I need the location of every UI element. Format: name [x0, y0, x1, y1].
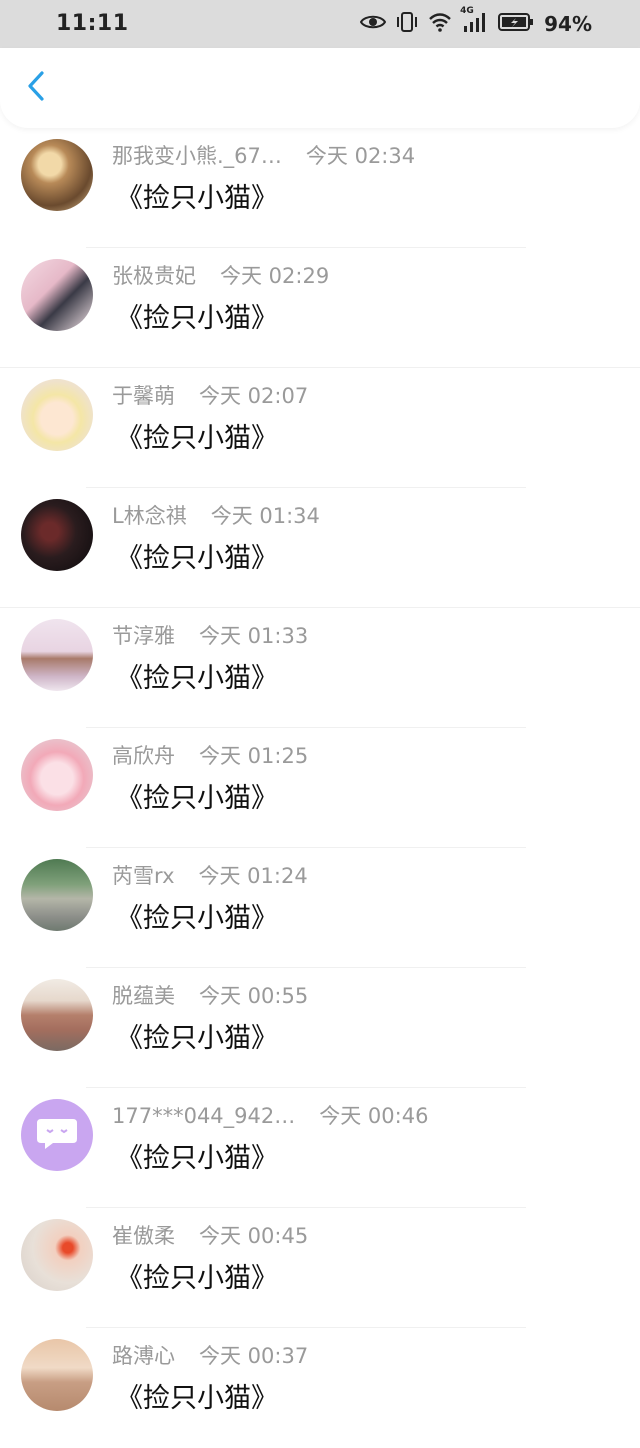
timestamp: 今天 01:33 — [199, 624, 309, 648]
message-text: 《捡只小猫》 — [116, 183, 278, 214]
list-item[interactable]: 脱蕴美 今天 00:55 《捡只小猫》 — [0, 968, 640, 1088]
avatar — [21, 1339, 93, 1411]
avatar — [21, 499, 93, 571]
message-text: 《捡只小猫》 — [116, 1023, 278, 1054]
list-item[interactable]: 177***044_942… 今天 00:46 《捡只小猫》 — [0, 1088, 640, 1208]
signal-icon: 4G — [460, 6, 488, 37]
avatar — [21, 619, 93, 691]
list-item[interactable]: 芮雪rx 今天 01:24 《捡只小猫》 — [0, 848, 640, 968]
timestamp: 今天 00:46 — [319, 1104, 429, 1128]
status-time: 11:11 — [56, 11, 129, 36]
avatar — [21, 139, 93, 211]
timestamp: 今天 02:34 — [305, 144, 416, 168]
sender-name: 高欣舟 — [112, 744, 175, 768]
sender-name: 177***044_942… — [112, 1104, 296, 1128]
avatar — [21, 739, 93, 811]
list-item[interactable]: 那我变小熊._67… 今天 02:34 《捡只小猫》 — [0, 128, 640, 248]
message-text: 《捡只小猫》 — [116, 543, 278, 574]
timestamp: 今天 01:34 — [210, 504, 320, 528]
message-text: 《捡只小猫》 — [116, 663, 278, 694]
message-text: 《捡只小猫》 — [116, 423, 278, 454]
message-text: 《捡只小猫》 — [116, 1143, 278, 1174]
timestamp: 今天 01:25 — [199, 744, 309, 768]
sender-name: 脱蕴美 — [112, 984, 175, 1008]
timestamp: 今天 02:29 — [220, 264, 330, 288]
avatar — [21, 979, 93, 1051]
sender-name: 那我变小熊._67… — [112, 144, 282, 168]
sender-name: 于馨萌 — [112, 384, 175, 408]
list-item[interactable]: 张极贵妃 今天 02:29 《捡只小猫》 — [0, 248, 640, 368]
timestamp: 今天 00:55 — [199, 984, 309, 1008]
list-item[interactable]: 于馨萌 今天 02:07 《捡只小猫》 — [0, 368, 640, 488]
list-item[interactable]: 崔傲柔 今天 00:45 《捡只小猫》 — [0, 1208, 640, 1328]
sender-name: 崔傲柔 — [112, 1224, 175, 1248]
battery-icon — [498, 12, 534, 37]
avatar — [21, 259, 93, 331]
sender-name: L林念祺 — [112, 504, 187, 528]
avatar — [21, 1219, 93, 1291]
sender-name: 路溥心 — [112, 1344, 175, 1368]
list-item[interactable]: 路溥心 今天 00:37 《捡只小猫》 — [0, 1328, 640, 1448]
eye-icon — [359, 13, 387, 36]
network-type: 4G — [460, 5, 474, 16]
avatar — [21, 859, 93, 931]
list-item[interactable]: L林念祺 今天 01:34 《捡只小猫》 — [0, 488, 640, 608]
back-button[interactable] — [20, 70, 52, 106]
status-bar: 11:11 4G 94% — [0, 0, 640, 48]
chevron-left-icon — [26, 70, 46, 106]
wifi-icon — [428, 12, 452, 37]
battery-percent: 94% — [544, 12, 592, 36]
message-text: 《捡只小猫》 — [116, 1263, 278, 1294]
sender-name: 张极贵妃 — [112, 264, 196, 288]
timestamp: 今天 00:37 — [199, 1344, 309, 1368]
timestamp: 今天 00:45 — [199, 1224, 309, 1248]
timestamp: 今天 02:07 — [199, 384, 309, 408]
avatar — [21, 379, 93, 451]
top-nav-bar — [0, 48, 640, 128]
avatar — [21, 1099, 93, 1171]
message-text: 《捡只小猫》 — [116, 783, 278, 814]
status-icons: 4G 94% — [359, 6, 592, 38]
message-text: 《捡只小猫》 — [116, 303, 278, 334]
list-item[interactable]: 高欣舟 今天 01:25 《捡只小猫》 — [0, 728, 640, 848]
vibrate-icon — [396, 11, 418, 38]
list-item[interactable]: 节淳雅 今天 01:33 《捡只小猫》 — [0, 608, 640, 728]
sender-name: 芮雪rx — [112, 864, 175, 888]
sender-name: 节淳雅 — [112, 624, 175, 648]
timestamp: 今天 01:24 — [198, 864, 308, 888]
message-text: 《捡只小猫》 — [116, 1383, 278, 1414]
message-text: 《捡只小猫》 — [116, 903, 278, 934]
chat-bubble-icon — [35, 1115, 79, 1155]
